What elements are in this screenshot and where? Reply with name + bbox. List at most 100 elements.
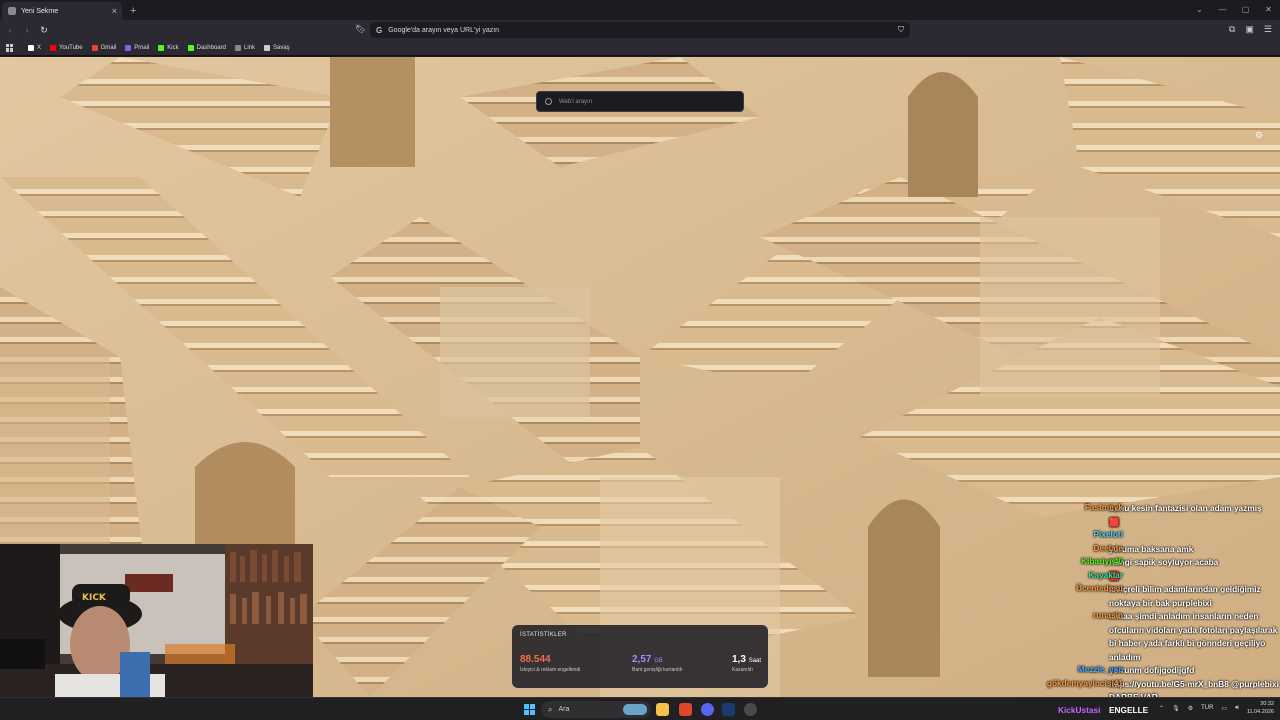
new-tab-plus-icon[interactable]: + xyxy=(130,2,136,20)
obs-icon[interactable] xyxy=(744,703,757,716)
web-search-box[interactable]: Web'i arayın xyxy=(536,91,744,112)
chat-message: Pixeloti xyxy=(1018,529,1280,543)
brave-shield-icon[interactable]: ⛉ xyxy=(898,25,904,35)
bookmarks-bar: X YouTube Gmail Pmail Kick Dashboard Lin… xyxy=(0,40,1280,56)
reload-icon[interactable]: ↻ xyxy=(37,25,51,36)
taskbar-clock[interactable]: 20:32 11.04.2026 xyxy=(1247,700,1274,716)
chat-message: Mezzle_exe yoirunm dofijgodijgfd xyxy=(1018,664,1280,678)
stat-bandwidth: 2,57 GB Bant genişliği kurtarıldı xyxy=(632,654,683,673)
tab-strip: Yeni Sekme × + ⌄ — ▢ ✕ xyxy=(0,0,1280,20)
bookmark-gmail[interactable]: Gmail xyxy=(91,44,116,51)
google-icon xyxy=(545,98,552,105)
file-explorer-icon[interactable] xyxy=(656,703,669,716)
chat-username: Kayaklar xyxy=(1088,569,1123,580)
apps-grid-icon[interactable] xyxy=(6,43,14,52)
x-icon xyxy=(28,44,34,51)
chat-text: ahaaa şimdi anladım insanların neden ofc… xyxy=(1109,611,1278,662)
bookmark-x[interactable]: X xyxy=(28,44,41,51)
chat-username: Pixeloti xyxy=(1093,529,1123,539)
chat-text: isviçreli bilim adamlarından geldiğimiz … xyxy=(1109,584,1261,608)
address-bar-placeholder: Google'da arayın veya URL'yi yazın xyxy=(388,26,500,34)
microphone-icon[interactable]: 🎙︎ xyxy=(1172,705,1180,712)
stat-bandwidth-value: 2,57 GB xyxy=(632,654,663,665)
bookmark-link[interactable]: Link xyxy=(234,44,255,51)
back-arrow-icon[interactable]: ‹ xyxy=(3,25,17,35)
network-icon[interactable]: ▭ xyxy=(1221,705,1227,712)
youtube-icon xyxy=(50,44,57,51)
kick-icon xyxy=(158,44,165,51)
screen: Yeni Sekme × + ⌄ — ▢ ✕ ‹ › ↻ 🔖︎ G Google… xyxy=(0,0,1280,720)
chat-username: runasin xyxy=(1093,610,1123,620)
maximize-icon[interactable]: ▢ xyxy=(1234,0,1257,20)
tray-app-icon[interactable]: ⚙ xyxy=(1188,705,1193,712)
taskbar-search[interactable]: ⌕ Ara xyxy=(541,701,651,718)
webcam-overlay: KICK xyxy=(0,544,313,720)
windows-start-icon[interactable] xyxy=(524,704,535,715)
chat-message: Kibariye40 Hangi sapik soyluyor acaba xyxy=(1018,556,1280,570)
stat-time-value: 1,3 Saat xyxy=(732,654,762,665)
navigation-toolbar: ‹ › ↻ 🔖︎ G Google'da arayın veya URL'yi … xyxy=(0,20,1280,40)
taskbar-search-label: Ara xyxy=(558,706,570,713)
chat-text: 🟥 xyxy=(1109,570,1120,581)
minimize-icon[interactable]: — xyxy=(1211,0,1234,20)
chat-text: yoruma baksana amk xyxy=(1109,543,1194,554)
chat-username: Ücentedesu xyxy=(1075,583,1123,593)
svg-text:KICK: KICK xyxy=(82,593,107,603)
bookmark-folder-savas[interactable]: Savaş xyxy=(264,44,290,51)
tray-chevron-up-icon[interactable]: ⌃ xyxy=(1159,705,1164,712)
bookmark-kick[interactable]: Kick xyxy=(158,44,179,51)
chat-message: 🟥 xyxy=(1018,516,1280,530)
stat-blocked: 88.544 İzleyici & reklam engellendi xyxy=(520,654,580,673)
stats-title: İSTATİSTİKLER xyxy=(520,632,567,638)
chat-text: bunu kesin fantazisi olan adam yazmış xyxy=(1109,503,1262,513)
address-bar[interactable]: G Google'da arayın veya URL'yi yazın ⛉ xyxy=(370,22,910,38)
language-indicator[interactable]: TUR xyxy=(1201,705,1213,711)
sidebar-icon[interactable]: ▣ xyxy=(1245,24,1254,35)
stat-time: 1,3 Saat Kazanıldı xyxy=(732,654,761,673)
pmail-icon xyxy=(125,44,132,51)
window-controls: ⌄ — ▢ ✕ xyxy=(1188,0,1280,20)
chat-username: gökdemyayincisi41 xyxy=(1046,677,1123,688)
chat-text: Hangi sapik soyluyor acaba xyxy=(1109,557,1219,567)
streamer-webcam-image: KICK xyxy=(0,544,313,720)
stat-blocked-label: İzleyici & reklam engellendi xyxy=(520,667,581,673)
system-tray: ⌃ 🎙︎ ⚙ TUR ▭ 🔊︎ 20:32 11.04.2026 xyxy=(1159,700,1274,716)
folder-icon xyxy=(264,44,270,51)
brave-browser-icon[interactable] xyxy=(679,703,692,716)
bookmark-pmail[interactable]: Pmail xyxy=(125,44,149,51)
toolbar-right: ⧉ ▣ ☰ xyxy=(1229,24,1272,35)
steam-icon[interactable] xyxy=(722,703,735,716)
window-close-icon[interactable]: ✕ xyxy=(1257,0,1280,20)
volume-icon[interactable]: 🔊︎ xyxy=(1235,705,1239,712)
tab-new-tab[interactable]: Yeni Sekme × xyxy=(2,2,122,20)
chat-message: Kayaklar 🟥 xyxy=(1018,570,1280,584)
tab-title: Yeni Sekme xyxy=(21,7,59,15)
extensions-icon[interactable]: ⧉ xyxy=(1229,24,1235,35)
tab-list-chevron-icon[interactable]: ⌄ xyxy=(1188,0,1211,20)
windows-taskbar: ⌕ Ara KickUstasi ENGELLE ⌃ 🎙︎ ⚙ TUR ▭ 🔊︎… xyxy=(0,697,1280,720)
chat-latest-user: KickUstasi xyxy=(1058,705,1101,715)
chat-username: Mezzle_exe xyxy=(1077,664,1123,674)
chat-username: Kibariye40 xyxy=(1081,556,1123,566)
bookmark-dashboard[interactable]: Dashboard xyxy=(187,44,226,51)
web-search-placeholder: Web'i arayın xyxy=(559,98,593,105)
chat-message: Fastmeyk bunu kesin fantazisi olan adam y… xyxy=(1018,502,1280,516)
settings-gear-icon[interactable]: ⚙ xyxy=(1255,130,1263,141)
google-g-icon: G xyxy=(376,25,383,35)
link-icon xyxy=(234,44,241,51)
chat-username: Deelate xyxy=(1093,542,1123,553)
chat-message: runasin ahaaa şimdi anladım insanların ne… xyxy=(1018,610,1280,664)
menu-icon[interactable]: ☰ xyxy=(1264,24,1272,35)
forward-arrow-icon[interactable]: › xyxy=(20,25,34,35)
bookmark-youtube[interactable]: YouTube xyxy=(50,44,83,51)
discord-icon[interactable] xyxy=(701,703,714,716)
bookmark-icon[interactable]: 🔖︎ xyxy=(355,24,366,35)
chat-latest-text: ENGELLE xyxy=(1109,705,1149,715)
close-icon[interactable]: × xyxy=(112,6,117,16)
stat-bandwidth-label: Bant genişliği kurtarıldı xyxy=(632,667,683,673)
chat-text: yoirunm dofijgodijgfd xyxy=(1109,665,1195,675)
search-highlight-icon xyxy=(623,704,647,715)
stream-chat-overlay: Fastmeyk bunu kesin fantazisi olan adam y… xyxy=(1018,502,1280,705)
stats-widget: İSTATİSTİKLER 88.544 İzleyici & reklam e… xyxy=(512,625,768,688)
clock-time: 20:32 xyxy=(1260,701,1274,707)
